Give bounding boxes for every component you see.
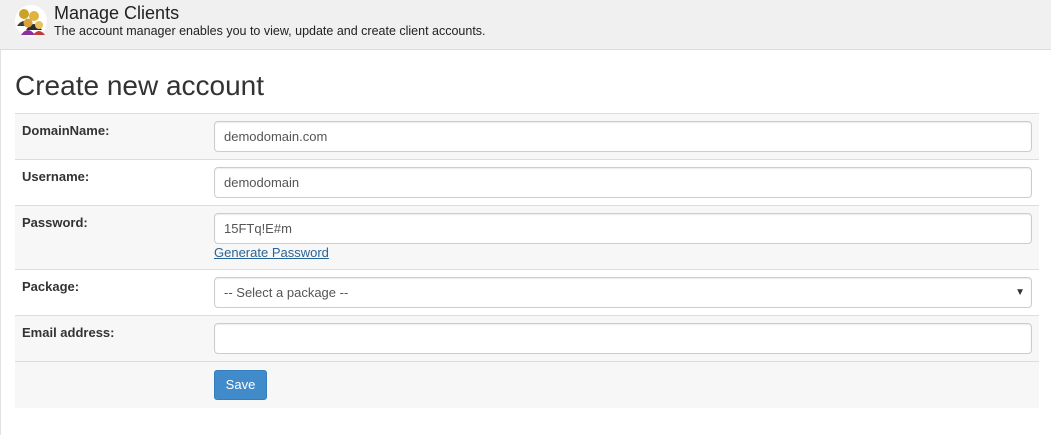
page-header: Manage Clients The account manager enabl… — [0, 0, 1051, 50]
header-description: The account manager enables you to view,… — [54, 24, 486, 38]
generate-password-link[interactable]: Generate Password — [214, 245, 329, 260]
username-input[interactable]: demodomain — [214, 167, 1032, 198]
domain-input[interactable]: demodomain.com — [214, 121, 1032, 152]
content-left-border — [0, 50, 1, 435]
package-label: Package: — [22, 279, 80, 294]
form-row-actions: Save — [15, 361, 1039, 408]
page-title: Create new account — [15, 70, 265, 101]
package-select[interactable]: -- Select a package -- ▼ — [214, 277, 1032, 308]
chevron-down-icon: ▼ — [1015, 287, 1025, 298]
password-label: Password: — [22, 215, 88, 230]
save-button[interactable]: Save — [214, 370, 267, 400]
users-group-icon — [14, 4, 48, 38]
username-label: Username: — [22, 169, 90, 184]
domain-label: DomainName: — [22, 123, 110, 138]
form-row-domain: DomainName: demodomain.com — [15, 113, 1039, 159]
package-selected-value: -- Select a package -- — [224, 285, 349, 300]
email-label: Email address: — [22, 325, 115, 340]
email-input[interactable] — [214, 323, 1032, 354]
create-account-form: DomainName: demodomain.com Username: dem… — [15, 113, 1039, 408]
form-row-username: Username: demodomain — [15, 159, 1039, 205]
form-row-email: Email address: — [15, 315, 1039, 361]
password-input[interactable]: 15FTq!E#m — [214, 213, 1032, 244]
form-row-password: Password: 15FTq!E#m Generate Password — [15, 205, 1039, 269]
header-title: Manage Clients — [54, 3, 180, 23]
form-row-package: Package: -- Select a package -- ▼ — [15, 269, 1039, 315]
